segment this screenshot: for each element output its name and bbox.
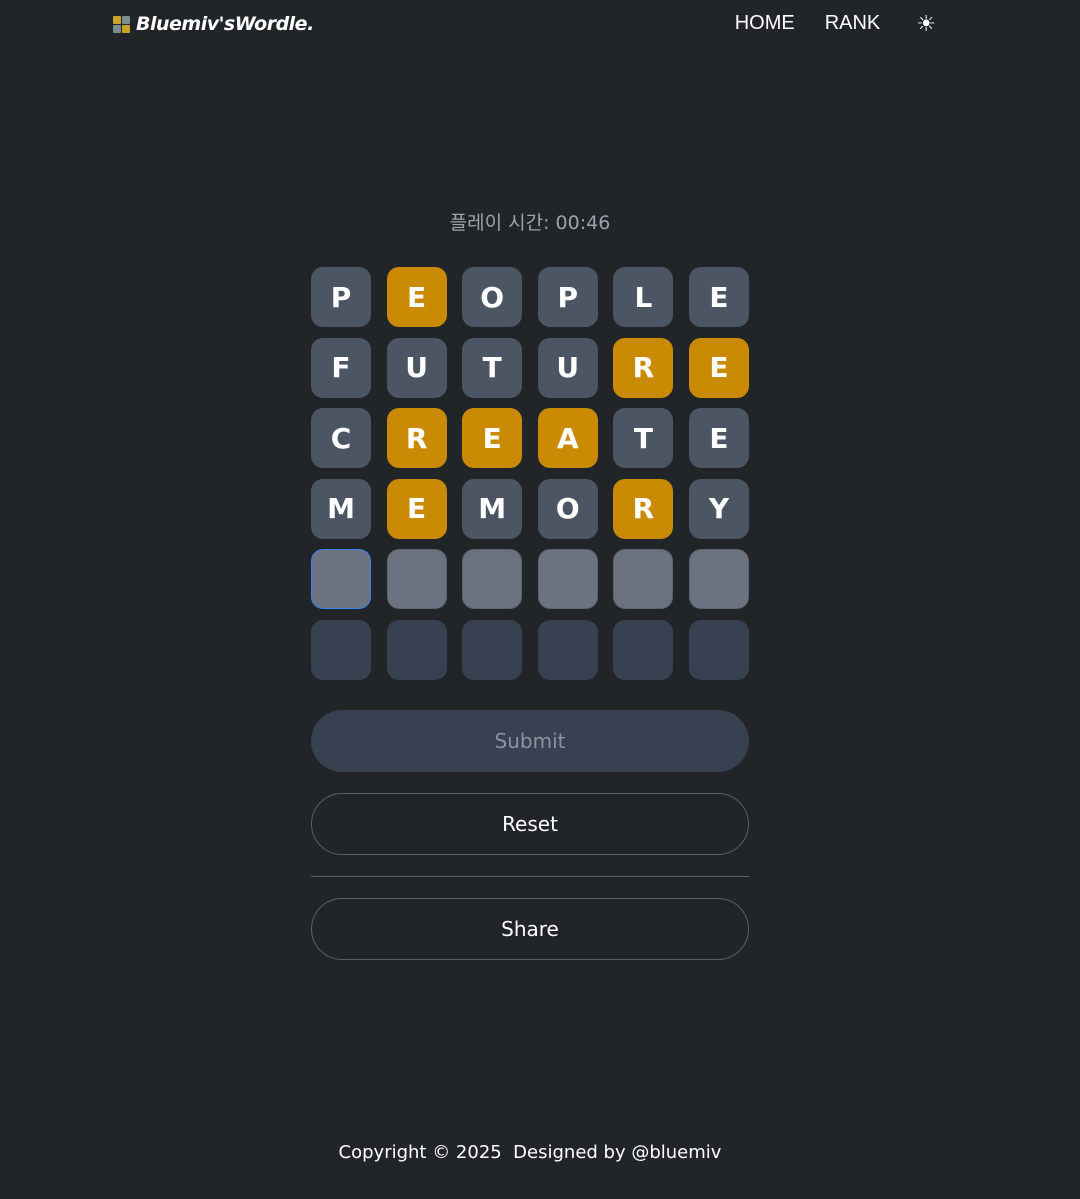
board-tile: T	[462, 337, 523, 398]
board-tile: R	[613, 337, 674, 398]
board-tile: E	[688, 408, 749, 468]
board-tile: R	[386, 408, 447, 468]
board-tile: P	[537, 267, 598, 327]
board-tile[interactable]	[386, 549, 447, 609]
board-tile: E	[688, 267, 749, 327]
board-tile: Y	[688, 478, 749, 539]
share-button[interactable]: Share	[311, 898, 749, 960]
board-tile: U	[386, 337, 447, 398]
board-tile[interactable]	[613, 549, 674, 609]
nav-home-link[interactable]: HOME	[735, 12, 795, 35]
board-tile: M	[311, 478, 371, 539]
logo-cell	[122, 15, 130, 24]
board-tile	[537, 619, 598, 680]
submit-button[interactable]: Submit	[311, 710, 749, 772]
main-nav: HOME RANK ☀	[735, 12, 936, 35]
divider	[311, 876, 749, 877]
board-tile: C	[311, 408, 371, 468]
board-tile[interactable]	[462, 549, 523, 609]
play-time-label: 플레이 시간: 00:46	[449, 212, 611, 234]
board-tile: T	[613, 408, 674, 468]
site-title: Bluemiv'sWordle.	[136, 13, 314, 35]
board-tile: O	[462, 267, 523, 327]
board-tile: A	[537, 408, 598, 468]
board-tile[interactable]	[311, 549, 371, 609]
board-tile	[462, 619, 523, 680]
board-tile: M	[462, 478, 523, 539]
board-tile	[688, 619, 749, 680]
logo-cell	[113, 24, 121, 33]
board-tile: U	[537, 337, 598, 398]
board-tile	[311, 619, 371, 680]
board-tile: F	[311, 337, 371, 398]
board-tile[interactable]	[688, 549, 749, 609]
board-tile: R	[613, 478, 674, 539]
logo-cell	[122, 24, 130, 33]
board-tile: E	[386, 267, 447, 327]
logo-cell	[113, 15, 121, 24]
board-tile: P	[311, 267, 371, 327]
nav-rank-link[interactable]: RANK	[825, 12, 881, 35]
board-tile	[386, 619, 447, 680]
header: Bluemiv'sWordle. HOME RANK ☀	[0, 0, 1080, 50]
board-tile[interactable]	[537, 549, 598, 609]
board-tile: O	[537, 478, 598, 539]
footer-copyright: Copyright © 2025 Designed by @bluemiv	[338, 1142, 722, 1163]
sun-icon[interactable]: ☀	[916, 12, 936, 35]
board-tile: E	[688, 337, 749, 398]
logo[interactable]: Bluemiv'sWordle.	[113, 13, 314, 35]
board-tile: E	[386, 478, 447, 539]
wordle-grid-logo-icon	[113, 15, 130, 33]
game-board: PEOPLEFUTURECREATEMEMORY	[311, 267, 749, 680]
reset-button[interactable]: Reset	[311, 793, 749, 855]
board-tile	[613, 619, 674, 680]
board-tile: E	[462, 408, 523, 468]
board-tile: L	[613, 267, 674, 327]
